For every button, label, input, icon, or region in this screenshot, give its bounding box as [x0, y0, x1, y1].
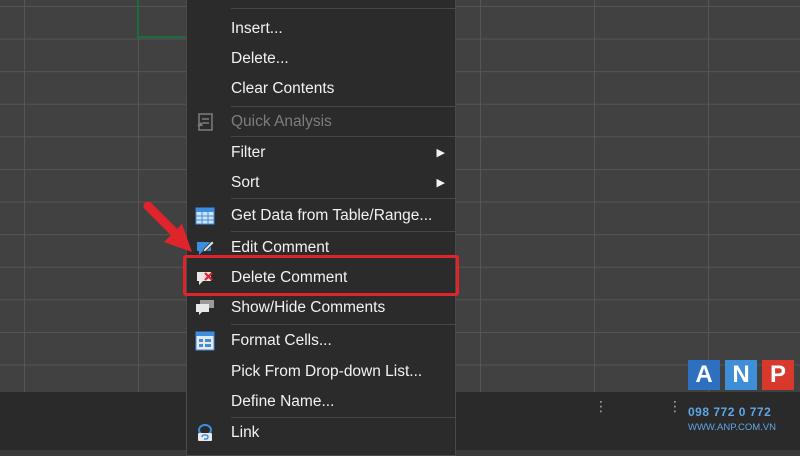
show-hide-comments-icon: [195, 298, 215, 318]
menu-item-get-data[interactable]: Get Data from Table/Range...: [187, 201, 455, 231]
menu-separator: [231, 136, 455, 137]
anp-logo: A N P 098 772 0 772 WWW.ANP.COM.VN: [688, 360, 796, 440]
logo-website: WWW.ANP.COM.VN: [688, 422, 776, 433]
menu-separator: [231, 198, 455, 199]
quick-analysis-icon: [195, 112, 215, 132]
context-menu: Insert... Delete... Clear Contents Quick…: [186, 0, 456, 456]
menu-item-label: Define Name...: [231, 393, 335, 410]
red-arrow-icon: [143, 201, 192, 252]
menu-item-label: Link: [231, 424, 260, 441]
logo-tile-a: A: [688, 360, 720, 390]
menu-item-label: Format Cells...: [231, 332, 332, 349]
format-cells-icon: [195, 331, 215, 351]
menu-item-show-hide-comments[interactable]: Show/Hide Comments: [187, 293, 455, 323]
status-bar-dots-left[interactable]: ⋮: [594, 400, 608, 414]
menu-separator: [231, 8, 455, 9]
menu-item-format-cells[interactable]: Format Cells...: [187, 326, 455, 356]
menu-item-pick-from-drop-down[interactable]: Pick From Drop-down List...: [187, 357, 455, 387]
menu-separator: [231, 324, 455, 325]
menu-item-label: Delete...: [231, 50, 289, 67]
link-icon: [195, 423, 215, 443]
menu-item-label: Show/Hide Comments: [231, 299, 386, 316]
menu-item-insert[interactable]: Insert...: [187, 14, 455, 44]
logo-tile-p: P: [762, 360, 794, 390]
chevron-right-icon: ▶: [436, 176, 445, 189]
highlight-box: [183, 255, 459, 296]
logo-tile-n: N: [725, 360, 757, 390]
menu-item-label: Quick Analysis: [231, 113, 332, 130]
menu-item-link[interactable]: Link: [187, 418, 455, 448]
menu-item-label: Get Data from Table/Range...: [231, 207, 433, 224]
menu-item-define-name[interactable]: Define Name...: [187, 387, 455, 417]
status-bar-dots-right[interactable]: ⋮: [668, 400, 682, 414]
menu-item-clear-contents[interactable]: Clear Contents: [187, 74, 455, 104]
menu-item-label: Insert...: [231, 20, 283, 37]
active-cell[interactable]: [137, 0, 189, 38]
menu-separator: [231, 231, 455, 232]
menu-item-label: Clear Contents: [231, 80, 335, 97]
menu-item-quick-analysis[interactable]: Quick Analysis: [187, 107, 455, 137]
menu-item-label: Sort: [231, 174, 260, 191]
chevron-right-icon: ▶: [436, 146, 445, 159]
menu-item-label: Filter: [231, 144, 266, 161]
menu-item-filter[interactable]: Filter ▶: [187, 138, 455, 168]
logo-phone: 098 772 0 772: [688, 405, 772, 419]
menu-item-delete[interactable]: Delete...: [187, 44, 455, 74]
menu-item-sort[interactable]: Sort ▶: [187, 168, 455, 198]
menu-item-label: Pick From Drop-down List...: [231, 363, 423, 380]
